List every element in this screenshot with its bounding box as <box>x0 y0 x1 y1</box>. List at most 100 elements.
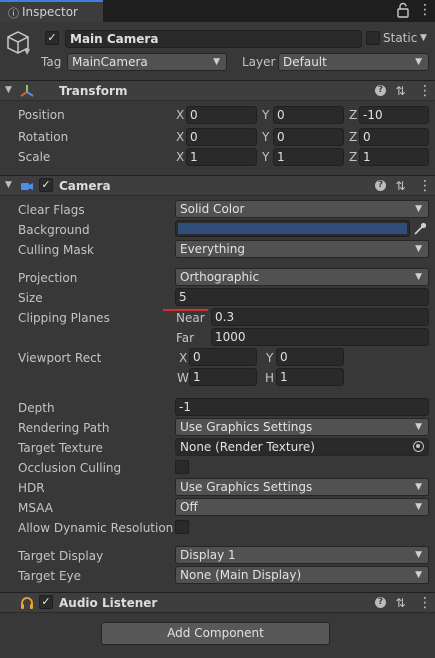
axis-z-label: Z <box>349 108 358 122</box>
help-icon[interactable]: ? <box>375 180 386 191</box>
audio-listener-header[interactable]: ✓ Audio Listener ? ⇅ ⋮ <box>0 592 435 613</box>
camera-header[interactable]: ▼ ✓ Camera ? ⇅ ⋮ <box>0 175 435 196</box>
position-z-field[interactable]: -10 <box>359 106 429 124</box>
tag-dropdown[interactable]: MainCamera ▼ <box>67 53 227 71</box>
background-color-swatch <box>178 223 407 234</box>
camera-icon <box>21 183 33 190</box>
dynamic-resolution-label: Allow Dynamic Resolution <box>18 521 174 535</box>
msaa-label: MSAA <box>18 501 53 515</box>
help-icon[interactable]: ? <box>375 85 386 96</box>
rotation-y-field[interactable]: 0 <box>273 128 344 146</box>
divider <box>0 612 435 613</box>
foldout-icon[interactable]: ▼ <box>5 180 12 190</box>
culling-mask-value: Everything <box>180 242 245 256</box>
active-checkbox[interactable]: ✓ <box>45 31 59 45</box>
component-menu-icon[interactable]: ⋮ <box>418 178 432 194</box>
more-options-icon[interactable]: ⋮ <box>418 2 432 18</box>
depth-field[interactable]: -1 <box>175 398 429 416</box>
object-name-input[interactable]: Main Camera <box>65 30 362 48</box>
viewport-w-field[interactable]: 1 <box>189 368 257 386</box>
tag-value: MainCamera <box>72 55 148 69</box>
static-chevron-down-icon[interactable]: ▼ <box>420 33 427 43</box>
chevron-down-icon: ▼ <box>415 502 422 512</box>
lock-icon[interactable] <box>396 2 410 18</box>
layer-value: Default <box>283 55 327 69</box>
scale-z-field[interactable]: 1 <box>359 148 429 166</box>
background-color-field[interactable] <box>175 220 410 237</box>
chevron-down-icon: ▼ <box>415 482 422 492</box>
object-picker-icon[interactable] <box>413 441 424 452</box>
hdr-label: HDR <box>18 481 45 495</box>
layer-dropdown[interactable]: Default ▼ <box>278 53 429 71</box>
position-x-field[interactable]: 0 <box>186 106 257 124</box>
clear-flags-value: Solid Color <box>180 202 245 216</box>
layer-label: Layer <box>242 55 276 69</box>
axis-h-label: H <box>265 371 275 385</box>
chevron-down-icon: ▼ <box>415 57 422 67</box>
rotation-z-field[interactable]: 0 <box>359 128 429 146</box>
msaa-value: Off <box>180 500 198 514</box>
target-display-dropdown[interactable]: Display 1 ▼ <box>175 546 429 564</box>
near-clip-field[interactable]: 0.3 <box>211 308 429 326</box>
presets-icon[interactable]: ⇅ <box>394 596 407 610</box>
chevron-down-icon: ▼ <box>415 272 422 282</box>
presets-icon[interactable]: ⇅ <box>394 179 407 193</box>
hdr-dropdown[interactable]: Use Graphics Settings ▼ <box>175 478 429 496</box>
scale-label: Scale <box>18 150 51 164</box>
foldout-icon[interactable]: ▼ <box>5 85 12 95</box>
axis-x-label: X <box>176 150 185 164</box>
tab-inspector[interactable]: ⓘ Inspector <box>0 0 103 22</box>
target-texture-value: None (Render Texture) <box>180 440 315 454</box>
axis-z-label: Z <box>349 150 358 164</box>
scale-y-field[interactable]: 1 <box>273 148 344 166</box>
target-texture-label: Target Texture <box>18 441 103 455</box>
msaa-dropdown[interactable]: Off ▼ <box>175 498 429 516</box>
target-eye-label: Target Eye <box>18 569 82 583</box>
clear-flags-dropdown[interactable]: Solid Color ▼ <box>175 200 429 218</box>
camera-enabled-checkbox[interactable]: ✓ <box>39 178 53 192</box>
static-checkbox[interactable] <box>366 31 380 45</box>
occlusion-culling-checkbox[interactable] <box>175 460 189 474</box>
chevron-down-icon: ▼ <box>415 244 422 254</box>
rendering-path-dropdown[interactable]: Use Graphics Settings ▼ <box>175 418 429 436</box>
viewport-y-field[interactable]: 0 <box>276 348 344 366</box>
culling-mask-dropdown[interactable]: Everything ▼ <box>175 240 429 258</box>
audio-listener-enabled-checkbox[interactable]: ✓ <box>39 595 53 609</box>
axis-y-label: Y <box>262 108 270 122</box>
icon-chevron-down-icon[interactable]: ▼ <box>24 47 32 56</box>
component-menu-icon[interactable]: ⋮ <box>418 595 432 611</box>
component-menu-icon[interactable]: ⋮ <box>418 83 432 99</box>
target-eye-value: None (Main Display) <box>180 568 302 582</box>
transform-header[interactable]: ▼ Transform ? ⇅ ⋮ <box>0 80 435 101</box>
clipping-planes-label: Clipping Planes <box>18 311 110 325</box>
target-eye-dropdown[interactable]: None (Main Display) ▼ <box>175 566 429 584</box>
axis-y-label: Y <box>262 130 270 144</box>
occlusion-culling-label: Occlusion Culling <box>18 461 122 475</box>
tab-inspector-label: Inspector <box>22 5 78 19</box>
help-icon[interactable]: ? <box>375 597 386 608</box>
culling-mask-label: Culling Mask <box>18 243 94 257</box>
transform-icon <box>20 85 34 97</box>
headphones-icon <box>21 597 33 609</box>
target-display-value: Display 1 <box>180 548 236 562</box>
viewport-x-field[interactable]: 0 <box>189 348 257 366</box>
rotation-label: Rotation <box>18 130 69 144</box>
eyedropper-icon[interactable] <box>413 221 427 236</box>
far-clip-field[interactable]: 1000 <box>211 328 429 346</box>
static-label: Static <box>383 31 418 45</box>
transform-title: Transform <box>59 84 128 98</box>
rotation-x-field[interactable]: 0 <box>186 128 257 146</box>
dynamic-resolution-checkbox[interactable] <box>175 520 189 534</box>
chevron-down-icon: ▼ <box>415 550 422 560</box>
tab-bar: ⓘ Inspector ⋮ <box>0 0 435 22</box>
presets-icon[interactable]: ⇅ <box>394 84 407 98</box>
position-label: Position <box>18 108 65 122</box>
scale-x-field[interactable]: 1 <box>186 148 257 166</box>
projection-dropdown[interactable]: Orthographic ▼ <box>175 268 429 286</box>
projection-label: Projection <box>18 271 78 285</box>
size-field[interactable]: 5 <box>175 288 429 306</box>
target-texture-field[interactable]: None (Render Texture) <box>175 438 429 456</box>
position-y-field[interactable]: 0 <box>273 106 344 124</box>
add-component-button[interactable]: Add Component <box>101 622 330 645</box>
viewport-h-field[interactable]: 1 <box>276 368 344 386</box>
